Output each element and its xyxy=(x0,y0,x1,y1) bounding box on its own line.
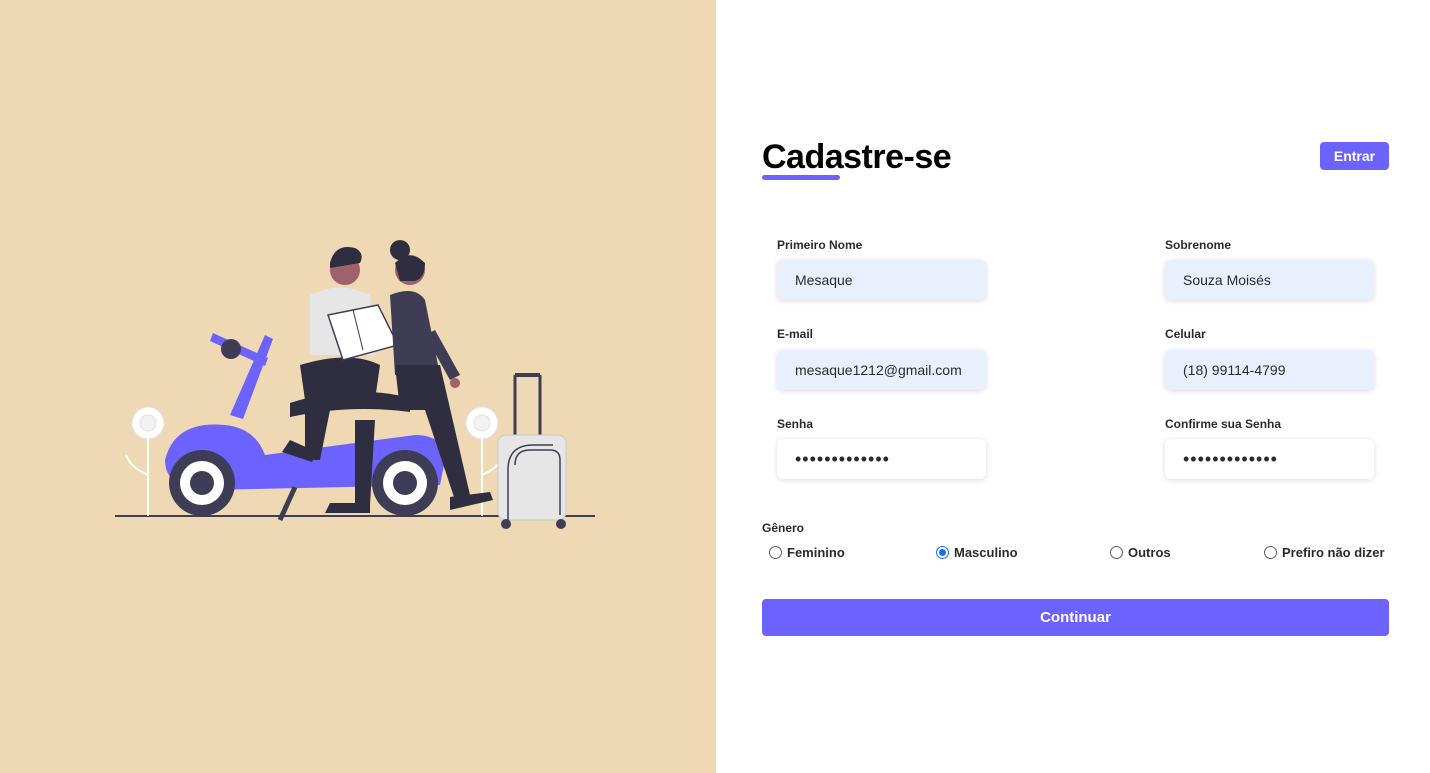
gender-option-outros[interactable]: Outros xyxy=(1110,545,1171,560)
password-label: Senha xyxy=(777,417,814,431)
signup-panel: Cadastre-se Entrar Primeiro Nome Sobreno… xyxy=(716,0,1430,773)
last-name-input[interactable] xyxy=(1165,260,1374,300)
first-name-input[interactable] xyxy=(777,260,986,300)
phone-label: Celular xyxy=(1165,327,1206,341)
gender-option-masculino[interactable]: Masculino xyxy=(936,545,1018,560)
illustration-panel xyxy=(0,0,716,773)
gender-option-feminino[interactable]: Feminino xyxy=(769,545,845,560)
radio-unchecked-icon[interactable] xyxy=(1264,546,1277,559)
confirm-password-label: Confirme sua Senha xyxy=(1165,417,1282,431)
radio-unchecked-icon[interactable] xyxy=(769,546,782,559)
page-title: Cadastre-se xyxy=(762,138,952,176)
first-name-label: Primeiro Nome xyxy=(777,238,863,252)
email-label: E-mail xyxy=(777,327,814,341)
gender-label: Gênero xyxy=(762,521,805,535)
couple-on-scooter-illustration xyxy=(115,240,595,529)
gender-option-label: Outros xyxy=(1128,545,1171,560)
phone-input[interactable] xyxy=(1165,350,1374,390)
gender-option-prefiro-nao-dizer[interactable]: Prefiro não dizer xyxy=(1264,545,1385,560)
gender-option-label: Prefiro não dizer xyxy=(1282,545,1385,560)
email-input[interactable] xyxy=(777,350,986,390)
gender-option-label: Masculino xyxy=(954,545,1018,560)
title-underline xyxy=(762,175,840,180)
radio-checked-icon[interactable] xyxy=(936,546,949,559)
last-name-label: Sobrenome xyxy=(1165,238,1232,252)
continue-button[interactable]: Continuar xyxy=(762,599,1389,636)
confirm-password-input[interactable] xyxy=(1165,439,1374,479)
radio-unchecked-icon[interactable] xyxy=(1110,546,1123,559)
login-button[interactable]: Entrar xyxy=(1320,142,1389,170)
password-input[interactable] xyxy=(777,439,986,479)
gender-option-label: Feminino xyxy=(787,545,845,560)
